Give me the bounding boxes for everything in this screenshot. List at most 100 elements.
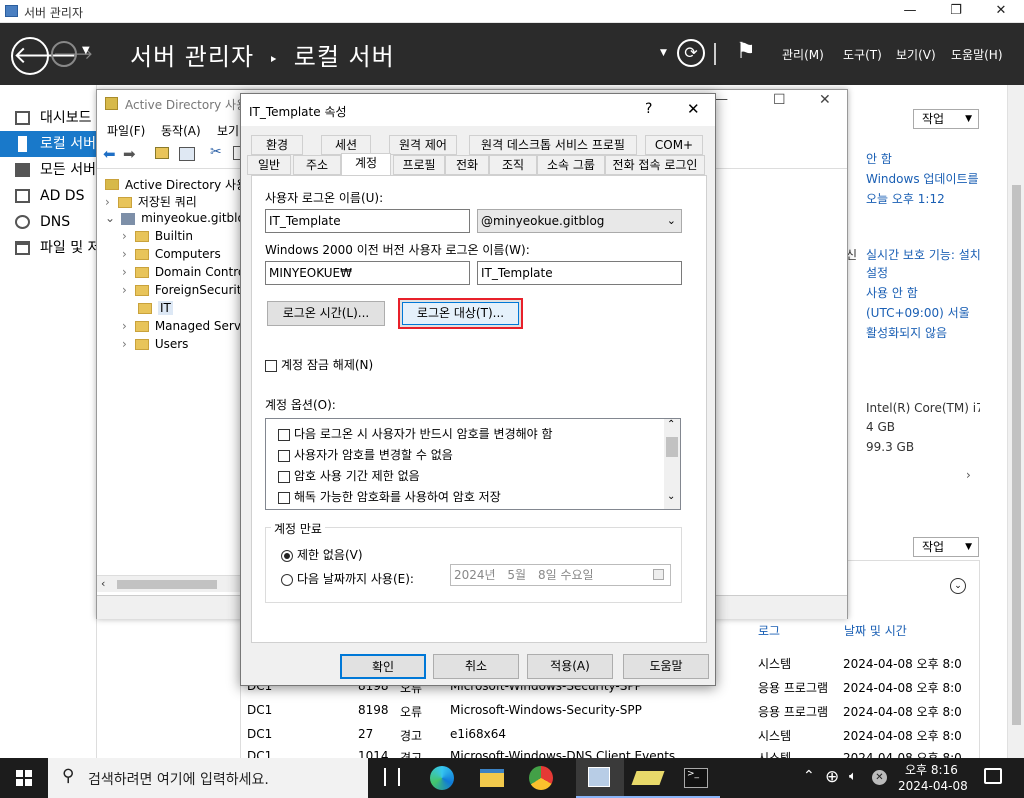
chevron-down-icon[interactable]: ⌄ <box>105 211 115 225</box>
tab-general[interactable]: 일반 <box>247 155 291 175</box>
notification-error-icon[interactable]: ✕ <box>872 770 887 785</box>
checkbox-box[interactable] <box>278 470 290 483</box>
chevron-right-icon[interactable]: › <box>122 319 127 333</box>
tab-profile[interactable]: 프로필 <box>393 155 445 175</box>
scroll-down-icon[interactable]: ⌄ <box>667 491 675 502</box>
option-cannot-change-pw[interactable]: 사용자가 암호를 변경할 수 없음 <box>278 446 453 463</box>
menu-tools[interactable]: 도구(T) <box>843 46 882 63</box>
notifications-flag-icon[interactable]: ⚑ <box>736 39 756 64</box>
cancel-button[interactable]: 취소 <box>433 654 519 679</box>
dialog-close-button[interactable]: ✕ <box>687 100 700 118</box>
nav-dns[interactable]: DNS <box>0 209 97 235</box>
aduc-hscrollbar[interactable]: ‹ <box>97 575 240 592</box>
checkbox-box[interactable] <box>278 491 290 504</box>
minimize-button[interactable]: — <box>887 0 933 23</box>
tab-account[interactable]: 계정 <box>341 153 391 176</box>
nav-file-storage[interactable]: 파일 및 저장소 서비스 <box>0 235 97 261</box>
cut-icon[interactable]: ✂ <box>210 144 222 160</box>
defender-setting[interactable]: 설정 <box>866 264 888 281</box>
chevron-right-icon[interactable]: › <box>122 247 127 261</box>
chevron-right-icon[interactable]: › <box>122 265 127 279</box>
tab-organization[interactable]: 조직 <box>489 155 537 175</box>
option-reversible-encryption[interactable]: 해독 가능한 암호화를 사용하여 암호 저장 <box>278 488 501 505</box>
tree-builtin[interactable]: › Builtin <box>122 229 193 243</box>
tab-remote-control[interactable]: 원격 제어 <box>389 135 457 155</box>
forward-button[interactable]: 🡒 <box>51 41 93 67</box>
options-scrollbar[interactable]: ⌃ ⌄ <box>664 419 680 509</box>
events-col-datetime[interactable]: 날짜 및 시간 <box>844 622 907 639</box>
history-dropdown-icon[interactable]: ▼ <box>82 45 90 56</box>
tab-dial-in[interactable]: 전화 접속 로그인 <box>605 155 705 175</box>
tab-environment[interactable]: 환경 <box>251 135 303 155</box>
hscroll-thumb[interactable] <box>117 580 217 589</box>
tree-root[interactable]: Active Directory 사용자 및 컴퓨터 <box>105 176 245 193</box>
radio-selected[interactable] <box>281 549 293 562</box>
ok-button[interactable]: 확인 <box>340 654 426 679</box>
never-expires-radio[interactable]: 제한 없음(V) <box>281 546 363 563</box>
scroll-left-icon[interactable]: ‹ <box>101 577 105 590</box>
help-button[interactable]: 도움말 <box>623 654 709 679</box>
menu-manage[interactable]: 관리(M) <box>782 46 824 63</box>
aduc-menu-view[interactable]: 보기 <box>217 122 239 139</box>
apply-button[interactable]: 적용(A) <box>527 654 613 679</box>
chevron-right-icon[interactable]: › <box>122 283 127 297</box>
menu-help[interactable]: 도움말(H) <box>951 46 1003 63</box>
pre2000-name-input[interactable]: IT_Template <box>477 261 682 285</box>
logon-hours-button[interactable]: 로그온 시간(L)... <box>267 301 385 326</box>
show-console-tree-icon[interactable] <box>179 147 195 161</box>
upn-suffix-select[interactable]: @minyeokue.gitblog ⌄ <box>477 209 682 233</box>
scrollbar-thumb[interactable] <box>1012 185 1021 725</box>
tree-saved-queries[interactable]: › 저장된 쿼리 <box>105 193 197 210</box>
menu-view[interactable]: 보기(V) <box>896 46 936 63</box>
task-view-icon[interactable] <box>384 768 400 786</box>
tab-com[interactable]: COM+ <box>645 135 703 155</box>
timezone-value[interactable]: (UTC+09:00) 서울 <box>866 304 970 321</box>
options-scroll-thumb[interactable] <box>666 437 678 457</box>
nav-local-server[interactable]: 로컬 서버 <box>0 131 97 157</box>
aduc-back-icon[interactable]: ⬅ <box>103 145 116 163</box>
chevron-right-icon[interactable]: › <box>122 337 127 351</box>
refresh-icon[interactable]: ⟳ <box>677 39 705 67</box>
aduc-maximize-button[interactable]: ☐ <box>773 92 786 108</box>
close-button[interactable]: ✕ <box>978 0 1024 23</box>
tab-telephones[interactable]: 전화 <box>445 155 489 175</box>
logon-to-button[interactable]: 로그온 대상(T)... <box>398 298 523 329</box>
nav-all-servers[interactable]: 모든 서버 <box>0 157 97 183</box>
tab-member-of[interactable]: 소속 그룹 <box>537 155 605 175</box>
chrome-icon[interactable] <box>529 766 553 790</box>
aduc-minimize-button[interactable]: — <box>715 92 728 107</box>
feedback-value[interactable]: 사용 안 함 <box>866 284 918 301</box>
search-box[interactable]: ⚲ 검색하려면 여기에 입력하세요. <box>48 758 368 798</box>
show-hidden-icons[interactable]: ⌃ <box>803 768 815 784</box>
start-button[interactable] <box>0 758 48 798</box>
events-col-log[interactable]: 로그 <box>758 622 780 639</box>
dialog-help-button[interactable]: ? <box>645 101 652 117</box>
aduc-taskbar-icon[interactable] <box>624 758 672 798</box>
scroll-right-icon[interactable]: › <box>966 468 971 482</box>
volume-muted-icon[interactable]: 🔈︎ <box>849 769 857 784</box>
tree-domain[interactable]: ⌄ minyeokue.gitblog <box>105 211 252 225</box>
clock-date[interactable]: 2024-04-08 <box>898 779 968 793</box>
scroll-up-icon[interactable]: ⌃ <box>667 419 675 430</box>
nav-dashboard[interactable]: 대시보드 <box>0 105 97 131</box>
option-pw-never-expires[interactable]: 암호 사용 기간 제한 없음 <box>278 467 420 484</box>
action-center-icon[interactable] <box>984 768 1002 784</box>
activation-value[interactable]: 활성화되지 않음 <box>866 324 947 341</box>
windows-update-value[interactable]: 안 함 <box>866 150 892 167</box>
checkbox-box[interactable] <box>278 428 290 441</box>
tree-it[interactable]: IT <box>122 301 173 315</box>
defender-value[interactable]: 실시간 보호 기능: 설치됨 <box>866 246 980 263</box>
tab-sessions[interactable]: 세션 <box>321 135 371 155</box>
file-explorer-icon[interactable] <box>480 769 504 787</box>
edge-icon[interactable] <box>430 766 454 790</box>
chevron-right-icon[interactable]: › <box>122 229 127 243</box>
unlock-account-checkbox[interactable]: 계정 잠금 해제(N) <box>265 356 373 373</box>
restore-button[interactable]: ❐ <box>933 0 979 23</box>
network-icon[interactable]: ⊕ <box>825 767 839 787</box>
option-must-change-pw[interactable]: 다음 로그온 시 사용자가 반드시 암호를 변경해야 함 <box>278 425 553 442</box>
refresh-dropdown-icon[interactable]: ▼ <box>660 48 667 58</box>
aduc-close-button[interactable]: ✕ <box>819 92 831 108</box>
server-manager-taskbar-icon[interactable] <box>576 758 624 798</box>
end-of-radio[interactable]: 다음 날짜까지 사용(E): <box>281 570 414 587</box>
tasks-dropdown[interactable]: 작업 ▼ <box>913 109 979 129</box>
